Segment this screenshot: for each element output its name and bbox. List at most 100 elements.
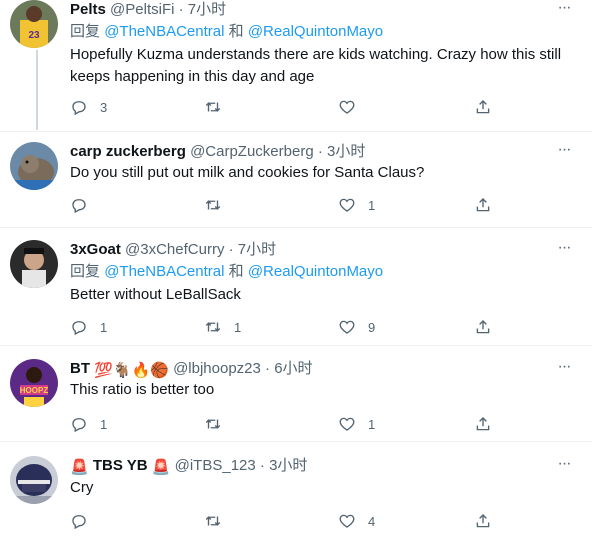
heart-icon	[339, 320, 355, 334]
mention-link[interactable]: @RealQuintonMayo	[248, 23, 383, 40]
tweet[interactable]: carp zuckerberg @CarpZuckerberg · 3小时 ··…	[0, 142, 592, 222]
tweet[interactable]: 23 Pelts @PeltsiFi · 7小时 ··· 回复 @TheNBAC…	[0, 0, 592, 130]
separator-dot: ·	[317, 143, 323, 160]
retweet-button[interactable]	[204, 195, 234, 215]
like-count: 4	[368, 513, 376, 529]
heart-icon	[339, 514, 355, 528]
tweet-actions: 1 1	[70, 414, 570, 434]
reply-button[interactable]: 3	[70, 97, 107, 117]
handle[interactable]: @3xChefCurry	[125, 241, 224, 258]
timestamp[interactable]: 7小时	[238, 241, 276, 258]
like-button[interactable]: 1	[338, 414, 375, 434]
reply-button[interactable]: 1	[70, 414, 107, 434]
mention-link[interactable]: @TheNBACentral	[104, 23, 224, 40]
reply-and: 和	[228, 23, 244, 40]
retweet-icon	[205, 200, 221, 210]
separator-dot: ·	[265, 360, 271, 377]
avatar-icon[interactable]	[10, 240, 58, 288]
reply-icon	[72, 101, 86, 116]
name-emoji: 💯🐐🔥🏀	[94, 362, 169, 379]
like-button[interactable]: 4	[338, 511, 375, 531]
avatar-icon[interactable]	[10, 142, 58, 190]
siren-emoji: 🚨	[151, 459, 171, 476]
display-name[interactable]: Pelts	[70, 1, 106, 18]
tweet-text: Do you still put out milk and cookies fo…	[70, 164, 425, 181]
svg-text:HOOPZ: HOOPZ	[20, 386, 49, 395]
tweet-text: Cry	[70, 479, 94, 496]
timestamp[interactable]: 7小时	[188, 1, 226, 18]
separator-dot: ·	[228, 241, 234, 258]
retweet-button[interactable]	[204, 97, 234, 117]
avatar-icon[interactable]: 23	[10, 0, 58, 48]
handle[interactable]: @PeltsiFi	[110, 1, 174, 18]
display-name[interactable]: 3xGoat	[70, 241, 121, 258]
tweet-header: 🚨 TBS YB 🚨 @iTBS_123 · 3小时	[70, 456, 307, 476]
reply-count: 3	[100, 99, 108, 115]
timestamp[interactable]: 3小时	[327, 143, 365, 160]
display-name[interactable]: BT	[70, 360, 90, 377]
reply-count: 1	[100, 416, 108, 432]
avatar-icon[interactable]: HOOPZ	[10, 359, 58, 407]
thread-line	[36, 50, 38, 130]
mention-link[interactable]: @RealQuintonMayo	[248, 263, 383, 280]
retweet-button[interactable]	[204, 414, 234, 434]
timestamp[interactable]: 6小时	[274, 360, 312, 377]
heart-icon	[339, 100, 355, 114]
reply-context: 回复 @TheNBACentral 和 @RealQuintonMayo	[70, 22, 383, 42]
more-options-icon[interactable]: ···	[554, 142, 574, 162]
tweet-actions: 1	[70, 195, 570, 215]
tweet[interactable]: 🚨 TBS YB 🚨 @iTBS_123 · 3小时 ··· Cry 4	[0, 456, 592, 536]
divider	[0, 227, 592, 228]
tweet[interactable]: 3xGoat @3xChefCurry · 7小时 ··· 回复 @TheNBA…	[0, 240, 592, 340]
retweet-icon	[205, 516, 221, 526]
tweet-header: carp zuckerberg @CarpZuckerberg · 3小时	[70, 142, 365, 162]
more-options-icon[interactable]: ···	[554, 240, 574, 260]
share-icon	[476, 198, 490, 212]
like-count: 9	[368, 319, 376, 335]
retweet-icon	[205, 102, 221, 112]
retweet-button[interactable]: 1	[204, 317, 241, 337]
like-button[interactable]: 9	[338, 317, 375, 337]
more-options-icon[interactable]: ···	[554, 359, 574, 379]
retweet-button[interactable]	[204, 511, 234, 531]
handle[interactable]: @iTBS_123	[175, 457, 256, 474]
share-button[interactable]	[474, 511, 492, 531]
reply-prefix: 回复	[70, 23, 101, 40]
like-button[interactable]: 1	[338, 195, 375, 215]
share-icon	[476, 417, 490, 431]
retweet-icon	[205, 322, 221, 332]
avatar-icon[interactable]	[10, 456, 58, 504]
more-options-icon[interactable]: ···	[554, 0, 574, 20]
tweet-header: Pelts @PeltsiFi · 7小时	[70, 0, 226, 20]
tweet-text: This ratio is better too	[70, 381, 215, 398]
timestamp[interactable]: 3小时	[269, 457, 307, 474]
tweet-header: 3xGoat @3xChefCurry · 7小时	[70, 240, 276, 260]
tweet[interactable]: HOOPZ BT 💯🐐🔥🏀 @lbjhoopz23 · 6小时 ··· This…	[0, 359, 592, 437]
share-button[interactable]	[474, 97, 492, 117]
tweet-actions: 3	[70, 97, 570, 117]
tweet-header: BT 💯🐐🔥🏀 @lbjhoopz23 · 6小时	[70, 359, 313, 379]
like-count: 1	[368, 197, 376, 213]
share-button[interactable]	[474, 414, 492, 434]
share-icon	[476, 100, 490, 114]
reply-button[interactable]	[70, 195, 100, 215]
reply-count: 1	[100, 319, 108, 335]
tweet-actions: 4	[70, 511, 570, 531]
separator-dot: ·	[178, 1, 184, 18]
retweet-icon	[205, 419, 221, 429]
more-options-icon[interactable]: ···	[554, 456, 574, 476]
like-button[interactable]	[338, 97, 368, 117]
tweet-text: Hopefully Kuzma understands there are ki…	[70, 46, 562, 85]
reply-icon	[72, 418, 86, 433]
share-button[interactable]	[474, 317, 492, 337]
reply-icon	[72, 199, 86, 214]
share-button[interactable]	[474, 195, 492, 215]
mention-link[interactable]: @TheNBACentral	[104, 263, 224, 280]
reply-button[interactable]	[70, 511, 100, 531]
svg-text:23: 23	[28, 30, 40, 41]
reply-button[interactable]: 1	[70, 317, 107, 337]
display-name[interactable]: TBS YB	[93, 457, 148, 474]
handle[interactable]: @CarpZuckerberg	[190, 143, 314, 160]
display-name[interactable]: carp zuckerberg	[70, 143, 186, 160]
handle[interactable]: @lbjhoopz23	[173, 360, 261, 377]
